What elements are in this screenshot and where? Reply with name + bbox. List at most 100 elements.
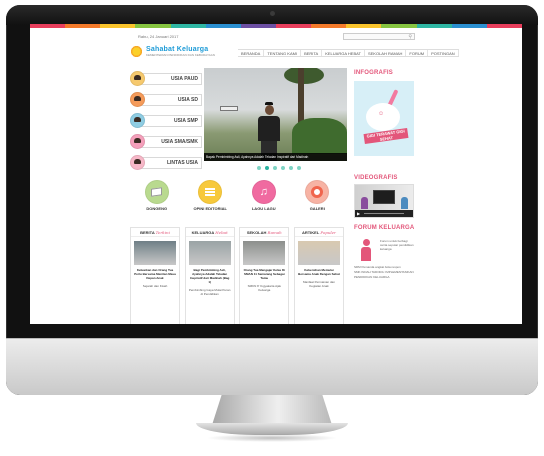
bush	[292, 118, 347, 154]
color-segment	[30, 24, 66, 28]
website-screen: Rabu, 24 Januari 2017 ⚲ Sahabat Keluarga…	[30, 24, 522, 324]
forum-link[interactable]: SMK INDAH TADORA: IMPLEMENTASIKAN PENDID…	[354, 270, 414, 280]
nav-item-beranda[interactable]: BERANDA	[238, 50, 265, 56]
slider-dot-active[interactable]	[265, 166, 269, 170]
video-player[interactable]: ▶	[354, 184, 414, 218]
sun-logo-icon	[130, 45, 143, 58]
logo-title: Sahabat Keluarga	[146, 46, 209, 53]
editorial-icon	[198, 180, 223, 204]
main-nav: BERANDA TENTANG KAMI BERITA KELUARGA HEBAT S…	[238, 49, 459, 57]
nav-item-keluarga-hebat[interactable]: KELUARGA HEBAT	[322, 50, 365, 56]
video-progress-bar[interactable]	[364, 213, 404, 214]
palm-leaves	[284, 68, 324, 84]
feature-label: DONGENG	[146, 206, 168, 211]
nav-item-sekolah-ramah[interactable]: SEKOLAH RAMAH	[365, 50, 407, 56]
infografis-banner: GIGI TERAWAT GIGI SEHAT	[363, 127, 409, 145]
camera-icon	[305, 180, 330, 204]
slider-dot[interactable]	[273, 166, 277, 170]
news-subheadline[interactable]: Pembimbing Gaya Mulai Peran di Pendidika…	[189, 288, 231, 296]
news-subheadline[interactable]: Manfaat Permainan dan Kegiatan Anak	[298, 280, 340, 288]
news-thumbnail[interactable]	[297, 241, 340, 265]
category-label: USIA PAUD	[138, 72, 202, 85]
hero-caption[interactable]: Bapak Pembimbing Asli, Ayahnya Adalah Te…	[204, 153, 347, 161]
age-category-list: USIA PAUD USIA SD USIA SMP USIA SMA/SMK LINT…	[130, 68, 202, 173]
music-note-icon: ♫	[251, 180, 276, 204]
color-segment	[275, 24, 312, 28]
category-usia-paud[interactable]: USIA PAUD	[130, 68, 202, 89]
videografis-title[interactable]: VIDEOGRAFIS	[354, 175, 398, 181]
webcam-icon	[270, 11, 275, 16]
feature-icons-row: DONGENG OPINI EDITORIAL ♫ LAGU LAGU GALERI	[130, 180, 344, 211]
search-input[interactable]: ⚲	[343, 33, 415, 40]
infografis-image[interactable]: ☺ GIGI TERAWAT GIGI SEHAT	[354, 81, 414, 156]
forum-links: SDM Pemanda angkat bola respon SMK INDAH …	[354, 265, 414, 280]
news-column-heading[interactable]: KELUARGA Hebat	[185, 228, 234, 237]
color-segment	[100, 24, 136, 28]
category-usia-sma-smk[interactable]: USIA SMA/SMK	[130, 131, 202, 152]
news-thumbnail[interactable]	[188, 241, 231, 265]
monitor-mockup: Rabu, 24 Januari 2017 ⚲ Sahabat Keluarga…	[0, 0, 544, 456]
category-usia-sd[interactable]: USIA SD	[130, 89, 202, 110]
category-label: USIA SD	[138, 93, 202, 106]
news-headline[interactable]: Keluarkan dan Orang Tua Perlu Bersama Me…	[134, 268, 176, 280]
slider-dot[interactable]	[257, 166, 261, 170]
forum-description: Forum untuk berbagi cerita seputar pendi…	[380, 239, 414, 251]
road-sign	[220, 106, 238, 111]
play-icon[interactable]: ▶	[357, 211, 360, 216]
tooth-face-icon: ☺	[378, 111, 385, 117]
site-logo[interactable]: Sahabat Keluarga KEMENTERIAN PENDIDIKAN …	[130, 45, 215, 58]
color-segment	[205, 24, 241, 28]
category-lintas-usia[interactable]: LINTAS USIA	[130, 152, 202, 173]
monitor-chin	[6, 338, 538, 395]
slider-dot[interactable]	[281, 166, 285, 170]
category-usia-smp[interactable]: USIA SMP	[130, 110, 202, 131]
feature-dongeng[interactable]: DONGENG	[130, 180, 184, 211]
infografis-title[interactable]: INFOGRAFIS	[354, 70, 393, 76]
news-column-heading[interactable]: BERITA Terkini	[131, 228, 179, 237]
slider-dot[interactable]	[289, 166, 293, 170]
color-segment	[346, 24, 382, 28]
news-thumbnail[interactable]	[134, 241, 176, 265]
news-headline[interactable]: Bagi Pembimbing Asli, Ayahnya Adalah Tel…	[189, 268, 231, 284]
color-segment	[240, 24, 276, 28]
color-segment	[486, 24, 522, 28]
color-segment	[65, 24, 101, 28]
news-subheadline[interactable]: SMKN 8 Yogyakarta Ajak Keluarga	[243, 284, 285, 292]
feature-lagu-lagu[interactable]: ♫ LAGU LAGU	[237, 180, 291, 211]
news-columns: BERITA Terkini Keluarkan dan Orang Tua Pe…	[130, 227, 344, 324]
nav-item-forum[interactable]: FORUM	[406, 50, 429, 56]
hero-slider[interactable]: Bapak Pembimbing Asli, Ayahnya Adalah Te…	[204, 68, 347, 161]
nav-item-postingan[interactable]: POSTINGAN	[428, 50, 459, 56]
news-headline[interactable]: Orang Tua Mengajar Kelas Di SMAN 11 Sema…	[243, 268, 285, 280]
feature-label: GALERI	[309, 206, 325, 211]
search-icon[interactable]: ⚲	[408, 34, 412, 40]
news-column-sekolah: SEKOLAH Ramah Orang Tua Mengajar Kelas Di…	[239, 227, 290, 324]
slider-dot[interactable]	[297, 166, 301, 170]
color-segment	[170, 24, 206, 28]
news-column-heading[interactable]: ARTIKEL Populer	[294, 228, 343, 237]
feature-label: LAGU LAGU	[251, 206, 276, 211]
child-avatar-icon	[130, 92, 145, 107]
tooth-icon	[366, 103, 400, 131]
forum-title[interactable]: FORUM KELUARGA	[354, 225, 414, 231]
child-avatar-icon	[130, 71, 145, 86]
color-segment	[311, 24, 347, 28]
child-figure	[401, 197, 408, 209]
color-segment	[135, 24, 171, 28]
feature-opini-editorial[interactable]: OPINI EDITORIAL	[184, 180, 238, 211]
category-label: USIA SMA/SMK	[138, 135, 202, 148]
color-segment	[416, 24, 452, 28]
news-column-keluarga: KELUARGA Hebat Bagi Pembimbing Asli, Ayah…	[184, 227, 235, 324]
feature-label: OPINI EDITORIAL	[193, 206, 227, 211]
stand-shadow	[206, 434, 338, 442]
date-text: Rabu, 24 Januari 2017	[138, 34, 179, 39]
news-thumbnail[interactable]	[243, 241, 286, 265]
news-subheadline[interactable]: Sejarah dan Kisah	[134, 284, 176, 288]
nav-item-berita[interactable]: BERITA	[301, 50, 323, 56]
tv-icon	[373, 190, 395, 204]
child-avatar-icon	[130, 155, 145, 170]
news-headline[interactable]: Kebersihan Memulai Bersama Anak Dengan S…	[298, 268, 340, 276]
feature-galeri[interactable]: GALERI	[291, 180, 345, 211]
nav-item-tentang-kami[interactable]: TENTANG KAMI	[264, 50, 302, 56]
news-column-heading[interactable]: SEKOLAH Ramah	[240, 228, 289, 237]
